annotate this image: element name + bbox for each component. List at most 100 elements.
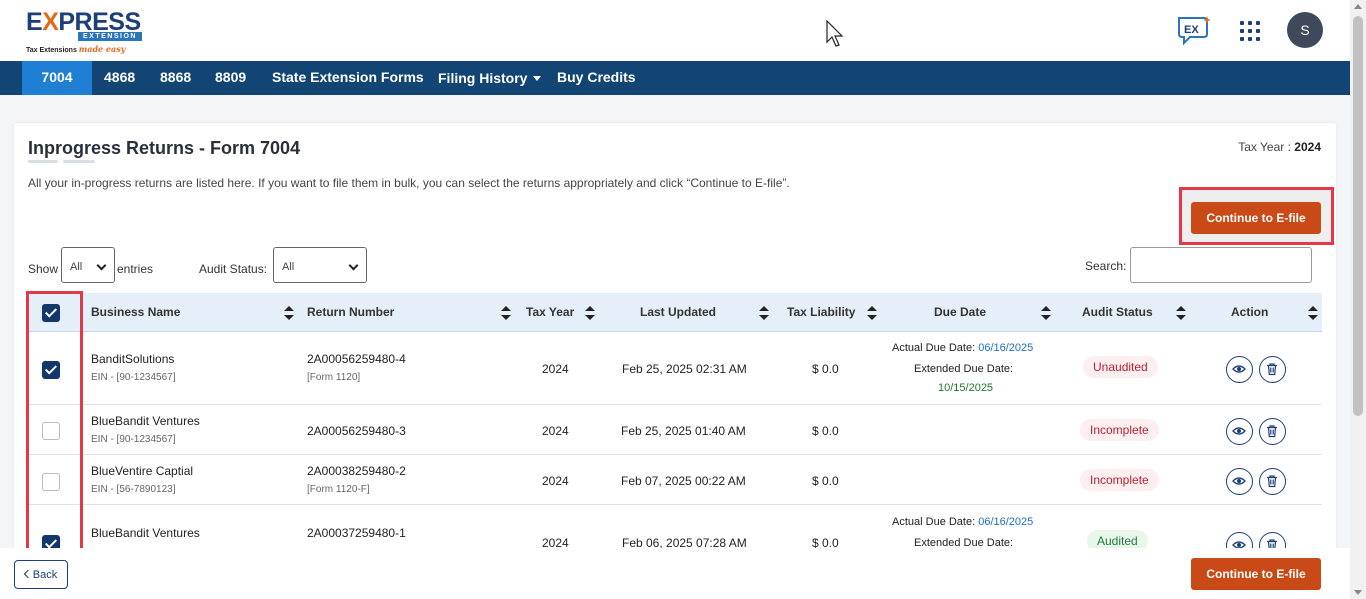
chevron-down-icon (96, 260, 107, 271)
tax-liability: $ 0.0 (812, 362, 839, 376)
return-number: 2A00038259480-2 (307, 464, 406, 478)
tax-year: 2024 (542, 362, 569, 376)
form-type: [Form 1120-F] (307, 484, 370, 495)
return-number: 2A00056259480-3 (307, 424, 406, 438)
apps-grid-icon[interactable] (1240, 21, 1260, 41)
business-name: BanditSolutions (91, 352, 175, 366)
business-name: BlueVentire Captial (91, 464, 194, 478)
last-updated: Feb 25, 2025 01:40 AM (621, 424, 746, 438)
chevron-down-icon (533, 76, 542, 81)
svg-text:EX: EX (1184, 24, 1199, 36)
sort-icon[interactable] (867, 306, 877, 320)
title-underline (28, 160, 58, 163)
audit-status-select[interactable]: All (273, 247, 367, 283)
page-description: All your in-progress returns are listed … (28, 176, 790, 190)
table-row: BlueBandit Ventures EIN - [90-1234567] 2… (28, 405, 1322, 455)
support-chat-icon[interactable]: EX (1176, 14, 1212, 46)
nav-8868[interactable]: 8868 (160, 61, 191, 95)
business-name: BlueBandit Ventures (91, 526, 200, 540)
business-ein: EIN - [56-7890123] (91, 484, 176, 495)
express-extension-logo[interactable]: EXPRESS EXTENSION Tax Extensions made ea… (26, 8, 146, 54)
actual-due-date: Actual Due Date: 06/16/2025 (892, 516, 1034, 528)
footer-bar: Back Continue to E-file (0, 548, 1350, 599)
return-number: 2A00056259480-4 (307, 352, 406, 366)
return-number: 2A00037259480-1 (307, 526, 406, 540)
continue-to-efile-button[interactable]: Continue to E-file (1191, 202, 1321, 234)
tax-liability: $ 0.0 (812, 424, 839, 438)
page-scrollbar[interactable] (1350, 0, 1366, 599)
sort-icon[interactable] (501, 306, 511, 320)
back-button[interactable]: Back (14, 560, 68, 589)
page-title: Inprogress Returns - Form 7004 (28, 138, 301, 158)
view-button[interactable] (1226, 418, 1253, 445)
nav-8809[interactable]: 8809 (215, 61, 246, 95)
delete-button[interactable] (1259, 356, 1286, 383)
sort-icon[interactable] (1041, 306, 1051, 320)
scrollbar-thumb[interactable] (1353, 16, 1363, 416)
entries-label: entries (117, 262, 154, 276)
col-action[interactable]: Action (1231, 293, 1268, 331)
view-button[interactable] (1226, 356, 1253, 383)
status-badge: Incomplete (1080, 419, 1159, 441)
trash-icon (1267, 363, 1277, 376)
title-underline (63, 160, 95, 163)
sort-icon[interactable] (585, 306, 595, 320)
col-tax-liability[interactable]: Tax Liability (787, 293, 855, 331)
last-updated: Feb 07, 2025 00:22 AM (621, 474, 746, 488)
business-name: BlueBandit Ventures (91, 414, 200, 428)
delete-button[interactable] (1259, 418, 1286, 445)
top-header: EXPRESS EXTENSION Tax Extensions made ea… (0, 0, 1350, 61)
extended-due-label: Extended Due Date: (914, 363, 1014, 375)
delete-button[interactable] (1259, 468, 1286, 495)
last-updated: Feb 25, 2025 02:31 AM (622, 362, 747, 376)
col-audit-status[interactable]: Audit Status (1082, 293, 1153, 331)
sort-icon[interactable] (1308, 306, 1318, 320)
show-entries-select[interactable]: All (61, 247, 115, 283)
business-ein: EIN - [90-1234567] (91, 372, 176, 383)
sort-icon[interactable] (1176, 306, 1186, 320)
business-ein: EIN - [90-1234567] (91, 434, 176, 445)
main-nav: 7004 4868 8868 8809 State Extension Form… (0, 61, 1350, 95)
show-label: Show (28, 262, 59, 276)
col-return-number[interactable]: Return Number (307, 293, 394, 331)
sort-icon[interactable] (284, 306, 294, 320)
trash-icon (1267, 425, 1277, 438)
eye-icon (1232, 427, 1246, 435)
inprogress-returns-card: Inprogress Returns - Form 7004 Tax Year … (14, 123, 1336, 553)
nav-filing-history[interactable]: Filing History (438, 62, 542, 96)
table-row: BlueBandit Ventures 2A00037259480-1 2024… (28, 505, 1322, 553)
scroll-up-icon[interactable] (1354, 4, 1362, 9)
chevron-down-icon (348, 260, 359, 271)
table-header: Business Name Return Number Tax Year Las… (28, 293, 1322, 332)
col-last-updated[interactable]: Last Updated (640, 293, 716, 331)
nav-4868[interactable]: 4868 (104, 61, 135, 95)
audit-status-label: Audit Status: (199, 262, 268, 276)
table-row: BlueVentire Captial EIN - [56-7890123] 2… (28, 455, 1322, 505)
search-label: Search: (1085, 259, 1127, 273)
scroll-down-icon[interactable] (1354, 590, 1362, 595)
sort-icon[interactable] (759, 306, 769, 320)
status-badge: Incomplete (1080, 469, 1159, 491)
eye-icon (1232, 365, 1246, 373)
form-type: [Form 1120] (307, 372, 361, 383)
nav-7004[interactable]: 7004 (22, 61, 92, 95)
mouse-cursor-icon (826, 20, 844, 47)
col-due-date[interactable]: Due Date (934, 293, 986, 331)
search-input[interactable] (1130, 247, 1312, 283)
nav-buy-credits[interactable]: Buy Credits (557, 61, 636, 95)
actual-due-date: Actual Due Date: 06/16/2025 (892, 342, 1034, 354)
extended-due-date: 10/15/2025 (938, 382, 994, 394)
chevron-left-icon (23, 569, 33, 578)
checkbox-highlight-box (26, 291, 83, 553)
nav-state-extension-forms[interactable]: State Extension Forms (272, 61, 424, 95)
view-button[interactable] (1226, 468, 1253, 495)
status-badge: Unaudited (1083, 356, 1158, 378)
trash-icon (1267, 475, 1277, 488)
tax-liability: $ 0.0 (812, 474, 839, 488)
col-tax-year[interactable]: Tax Year (526, 293, 574, 331)
eye-icon (1232, 477, 1246, 485)
col-business-name[interactable]: Business Name (91, 293, 180, 331)
user-avatar[interactable]: S (1287, 12, 1323, 48)
continue-to-efile-button-footer[interactable]: Continue to E-file (1191, 558, 1321, 590)
table-row: BanditSolutions EIN - [90-1234567] 2A000… (28, 332, 1322, 405)
